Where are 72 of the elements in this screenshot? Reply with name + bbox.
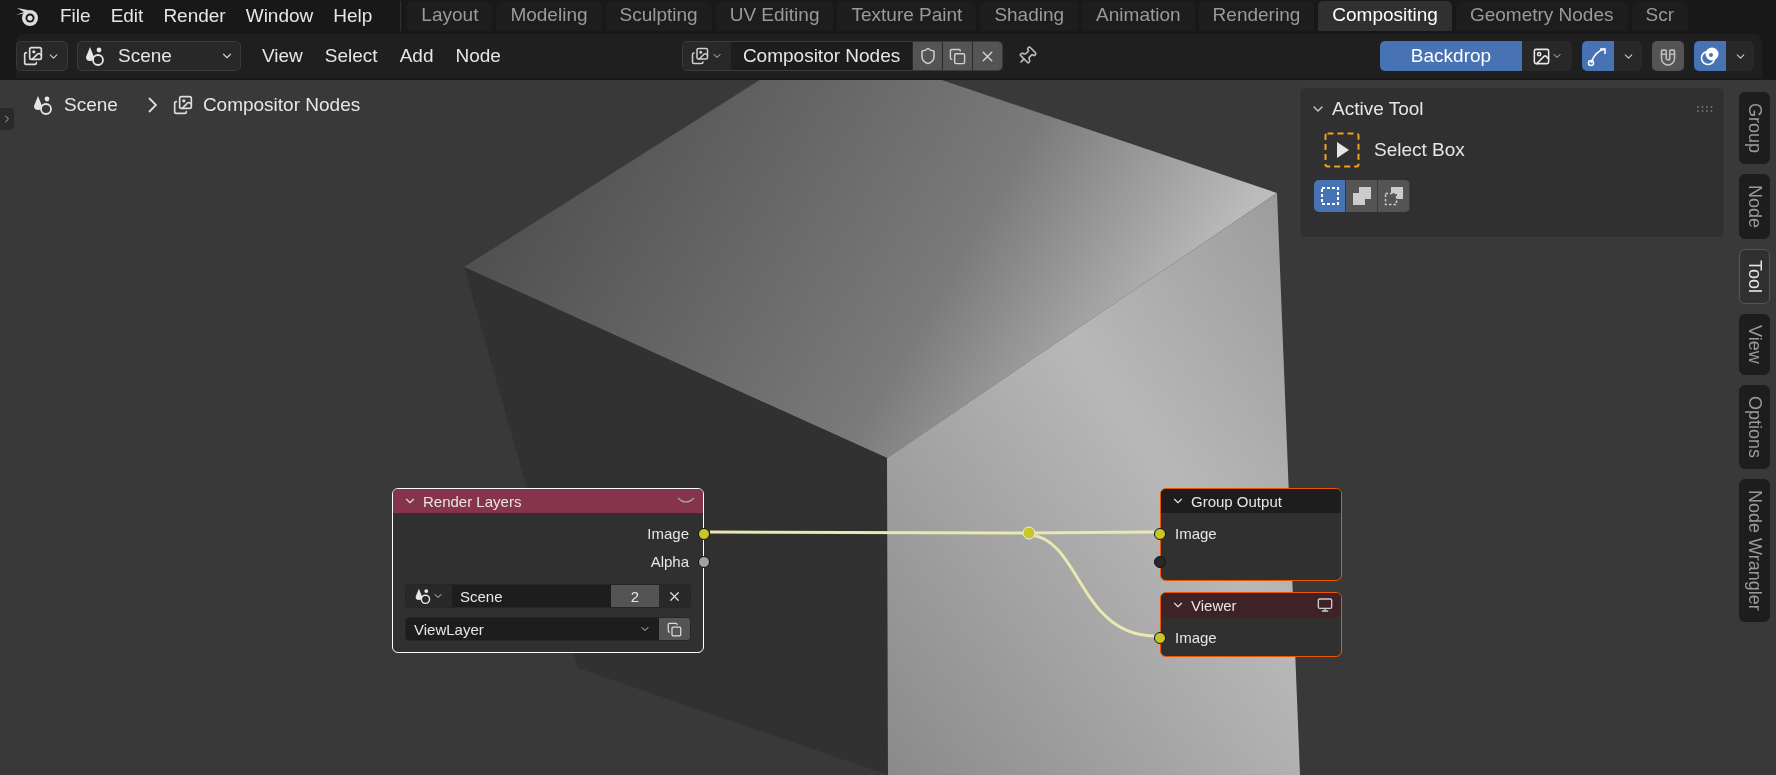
workspace-tab[interactable]: Scr: [1631, 1, 1688, 31]
monitor-icon[interactable]: [1317, 597, 1333, 613]
copy-icon: [667, 621, 682, 637]
node-title: Render Layers: [423, 492, 522, 510]
backdrop-channels-dropdown[interactable]: [1522, 41, 1572, 71]
socket-label: Image: [647, 524, 689, 542]
socket-label: Image: [1175, 628, 1217, 646]
breadcrumb-item: Scene: [64, 94, 118, 116]
copy-layer-button[interactable]: [659, 618, 690, 640]
selection-mode-button[interactable]: [1346, 180, 1378, 212]
node-header[interactable]: Viewer: [1161, 593, 1341, 617]
tool-name: Select Box: [1374, 139, 1465, 161]
workspace-tab[interactable]: Texture Paint: [837, 1, 977, 31]
menu-item[interactable]: Render: [153, 5, 236, 27]
workspace-tab[interactable]: Animation: [1082, 1, 1195, 31]
header-menu-item[interactable]: Select: [313, 45, 389, 67]
editor-type-dropdown[interactable]: [16, 41, 68, 71]
node-tree-icon: [172, 95, 193, 115]
image-icon: [1531, 46, 1551, 66]
overlay-toggle[interactable]: [1694, 41, 1726, 71]
breadcrumb-separator-icon: [147, 97, 157, 113]
overlay-icon: [1699, 45, 1721, 67]
workspace-tab[interactable]: Sculpting: [605, 1, 712, 31]
select-box-icon: [1324, 132, 1360, 168]
merged-squares-icon: [1351, 186, 1372, 206]
workspace-tab[interactable]: Geometry Nodes: [1455, 1, 1628, 31]
node-title: Group Output: [1191, 492, 1282, 510]
workspace-tab[interactable]: UV Editing: [715, 1, 834, 31]
wire-toggle[interactable]: [1582, 41, 1614, 71]
snap-toggle[interactable]: [1652, 41, 1684, 71]
menu-item[interactable]: Help: [323, 5, 383, 27]
sidebar-tab[interactable]: View: [1739, 314, 1770, 375]
sidebar-tab[interactable]: Options: [1739, 384, 1770, 469]
workspace-tab[interactable]: Layout: [407, 1, 493, 31]
sidebar-tab[interactable]: Tool: [1739, 249, 1770, 305]
node-card[interactable]: Group Output Image: [1160, 488, 1342, 581]
curve-arrow-icon: [1587, 45, 1609, 67]
workspace-tab[interactable]: Shading: [980, 1, 1079, 31]
node-title: Viewer: [1191, 596, 1237, 614]
workspace-tab[interactable]: Rendering: [1198, 1, 1315, 31]
header-menu-item[interactable]: View: [251, 45, 314, 67]
backdrop-toggle[interactable]: Backdrop: [1380, 41, 1522, 71]
node-header[interactable]: Group Output: [1161, 489, 1341, 513]
sidebar-tab[interactable]: Group: [1739, 92, 1770, 165]
menu-item[interactable]: File: [50, 5, 101, 27]
scene-icon: [32, 94, 54, 116]
menu-item[interactable]: Window: [235, 5, 324, 27]
subtract-squares-icon: [1383, 186, 1404, 206]
scene-dropdown[interactable]: Scene: [77, 41, 241, 71]
view-layer-dropdown[interactable]: ViewLayer: [406, 618, 659, 640]
selection-mode-button[interactable]: [1378, 180, 1410, 212]
header-menu-item[interactable]: Node: [444, 45, 512, 67]
sidebar-tab[interactable]: Node Wrangler: [1739, 478, 1770, 622]
workspace-tab[interactable]: Modeling: [496, 1, 602, 31]
header-menu-item[interactable]: Add: [388, 45, 445, 67]
drag-handle-icon[interactable]: [1696, 105, 1714, 113]
images-icon: [23, 46, 43, 66]
workspace-tab[interactable]: Compositing: [1318, 1, 1452, 31]
sidebar-toggle[interactable]: [0, 108, 14, 130]
socket-label: Alpha: [650, 552, 689, 570]
reroute-node[interactable]: [1022, 526, 1036, 540]
socket-label: Image: [1175, 524, 1217, 542]
dashed-square-icon: [1319, 186, 1340, 206]
node-card[interactable]: Viewer Image: [1160, 592, 1342, 657]
scene-icon: [84, 45, 106, 67]
sidebar-tab[interactable]: Node: [1739, 174, 1770, 240]
selection-mode-button[interactable]: [1314, 180, 1346, 212]
breadcrumb-item: Compositor Nodes: [202, 94, 361, 116]
node-header[interactable]: Render Layers: [393, 489, 703, 513]
preview-toggle-icon[interactable]: [677, 497, 695, 505]
menu-item[interactable]: Edit: [100, 5, 154, 27]
panel-title[interactable]: Active Tool: [1332, 98, 1424, 120]
